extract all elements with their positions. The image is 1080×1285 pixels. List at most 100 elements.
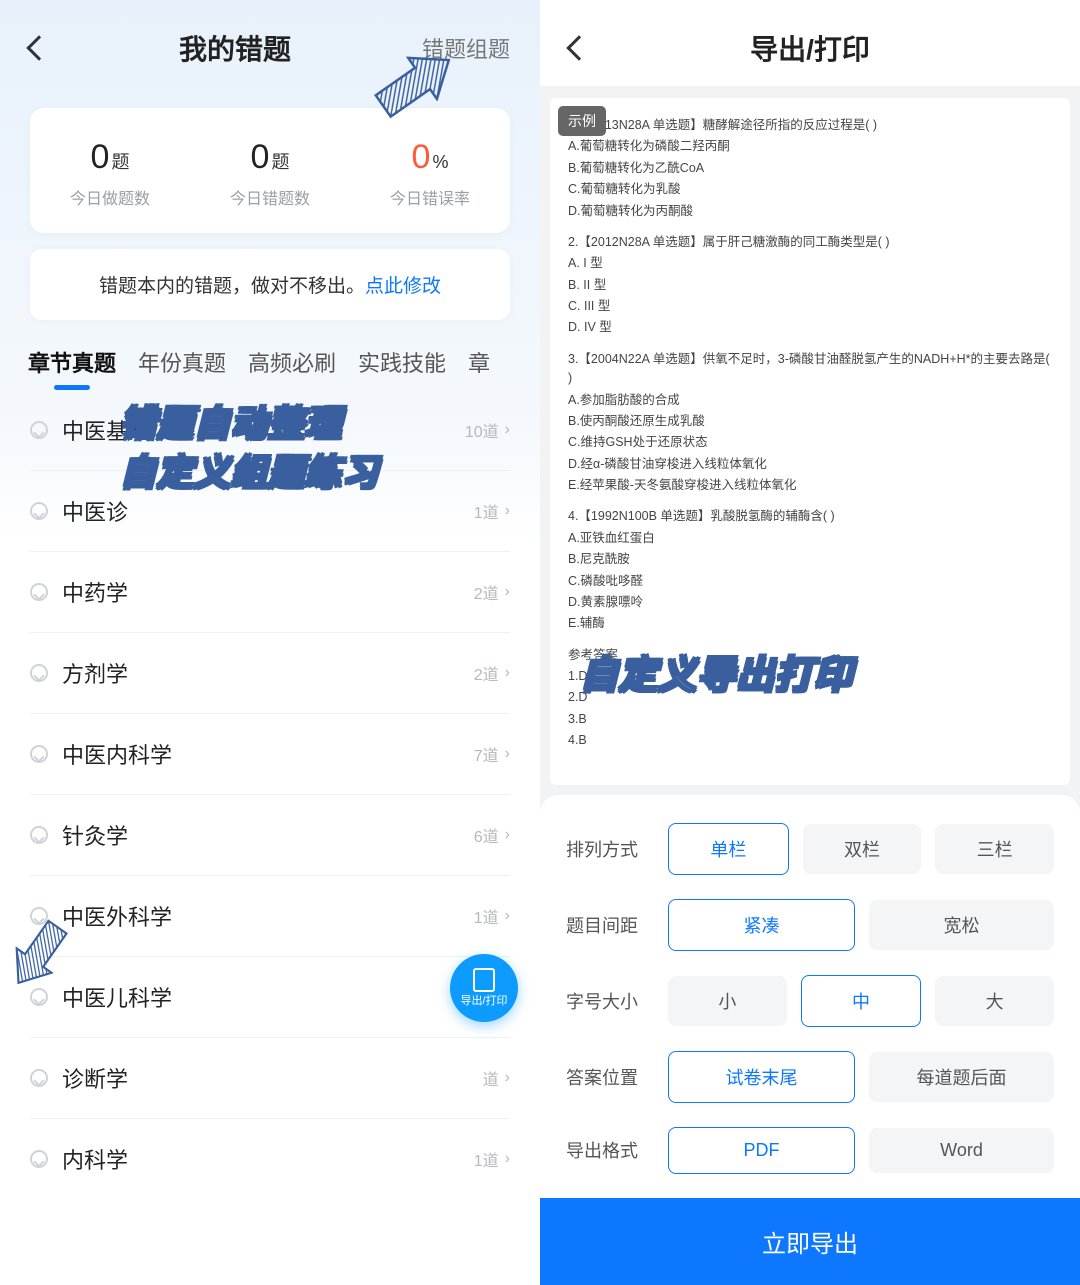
chevron-down-icon [30,583,48,601]
notice-edit-link[interactable]: 点此修改 [365,276,441,297]
question-option: E.经苹果酸-天冬氨酸穿梭进入线粒体氧化 [568,476,1052,495]
category-count: 1道 [474,904,499,928]
stat-label: 今日错误率 [350,185,510,209]
question-option: D.黄素腺嘌呤 [568,593,1052,612]
question-option: A.亚铁血红蛋白 [568,529,1052,548]
notice-bar: 错题本内的错题，做对不移出。点此修改 [30,249,510,320]
setting-option[interactable]: 试卷末尾 [668,1051,855,1103]
question-title: 4.【1992N100B 单选题】乳酸脱氢酶的辅酶含( ) [568,507,1052,526]
question-option: D.葡萄糖转化为丙酮酸 [568,202,1052,221]
category-name: 针灸学 [62,819,474,851]
chevron-down-icon [30,745,48,763]
tab-frequent[interactable]: 高频必刷 [248,346,336,390]
stat-value: 0 [412,138,431,176]
setting-label: 题目间距 [566,912,654,938]
setting-option[interactable]: 小 [668,976,787,1026]
answer-line: 4.B [568,731,1052,750]
stat-today-wrong: 0题 今日错题数 [190,138,350,209]
promo-line1: 错题自动整理 [120,400,379,449]
setting-option[interactable]: 中 [801,975,922,1027]
category-count: 1道 [474,499,499,523]
promo-overlay: 自定义导出打印 [580,651,853,702]
question-option: A. I 型 [568,254,1052,273]
chevron-right-icon: › [505,745,510,763]
category-name: 方剂学 [62,657,474,689]
setting-label: 答案位置 [566,1064,654,1090]
chevron-right-icon: › [505,664,510,682]
stat-unit: % [432,152,448,172]
category-count: 10道 [465,418,499,442]
tab-practice[interactable]: 实践技能 [358,346,446,390]
category-row[interactable]: 中医内科学 7道 › [30,714,510,795]
category-row[interactable]: 内科学 1道 › [30,1119,510,1199]
notice-text: 错题本内的错题，做对不移出。 [99,276,365,297]
question-title: 1.【2013N28A 单选题】糖酵解途径所指的反应过程是( ) [568,116,1052,135]
question-title: 3.【2004N22A 单选题】供氧不足时，3-磷酸甘油醛脱氢产生的NADH+H… [568,350,1052,389]
stat-today-done: 0题 今日做题数 [30,138,190,209]
chevron-down-icon [30,1150,48,1168]
stat-unit: 题 [111,152,129,172]
question-block: 3.【2004N22A 单选题】供氧不足时，3-磷酸甘油醛脱氢产生的NADH+H… [568,350,1052,496]
question-option: A.葡萄糖转化为磷酸二羟丙酮 [568,137,1052,156]
category-row[interactable]: 诊断学 道 › [30,1038,510,1119]
chevron-right-icon: › [505,826,510,844]
setting-row-answerpos: 答案位置试卷末尾每道题后面 [540,1051,1080,1127]
setting-label: 排列方式 [566,836,654,862]
fab-label: 导出/打印 [460,992,507,1008]
category-name: 诊断学 [62,1062,483,1094]
category-name: 中医诊 [62,495,474,527]
question-option: B. II 型 [568,276,1052,295]
back-icon[interactable] [566,35,591,60]
question-option: C.磷酸吡哆醛 [568,572,1052,591]
printer-icon [473,968,495,986]
back-icon[interactable] [26,35,51,60]
setting-label: 导出格式 [566,1137,654,1163]
setting-option[interactable]: 单栏 [668,823,789,875]
category-row[interactable]: 中医外科学 1道 › [30,876,510,957]
question-option: E.辅酶 [568,614,1052,633]
wrong-questions-screen: 我的错题 错题组题 0题 今日做题数 0题 今日错题数 0% 今日错误率 错题本… [0,0,540,1080]
setting-row-format: 导出格式 PDF Word [540,1127,1080,1198]
category-row[interactable]: 中医儿科学 6道 › [30,957,510,1038]
tab-chapter[interactable]: 章节真题 [28,346,116,390]
chevron-down-icon [30,826,48,844]
category-count: 6道 [474,823,499,847]
export-settings-panel: 排列方式单栏双栏三栏题目间距紧凑宽松字号大小小中大答案位置试卷末尾每道题后面导出… [540,795,1080,1285]
setting-option[interactable]: 双栏 [803,824,922,874]
setting-option[interactable]: 宽松 [869,900,1054,950]
stats-card: 0题 今日做题数 0题 今日错题数 0% 今日错误率 [30,108,510,233]
setting-row-fontsize: 字号大小小中大 [540,975,1080,1051]
setting-option[interactable]: 每道题后面 [869,1052,1054,1102]
category-count: 1道 [474,1147,499,1171]
header: 导出/打印 [540,0,1080,86]
setting-option[interactable]: 紧凑 [668,899,855,951]
page-title: 导出/打印 [750,28,870,68]
question-option: D.经α-磷酸甘油穿梭进入线粒体氧化 [568,455,1052,474]
question-block: 1.【2013N28A 单选题】糖酵解途径所指的反应过程是( ) A.葡萄糖转化… [568,116,1052,221]
chevron-down-icon [30,502,48,520]
tab-more[interactable]: 章 [468,346,490,390]
export-print-fab[interactable]: 导出/打印 [450,954,518,1022]
chevron-right-icon: › [505,502,510,520]
stat-value: 0 [251,138,270,176]
tab-year[interactable]: 年份真题 [138,346,226,390]
page-title: 我的错题 [179,28,291,68]
category-row[interactable]: 针灸学 6道 › [30,795,510,876]
setting-label: 字号大小 [566,988,654,1014]
setting-option[interactable]: 三栏 [935,824,1054,874]
document-preview-wrap: 示例 1.【2013N28A 单选题】糖酵解途径所指的反应过程是( ) A.葡萄… [540,86,1080,785]
stat-error-rate: 0% 今日错误率 [350,138,510,209]
setting-option[interactable]: PDF [668,1127,855,1174]
question-option: C.葡萄糖转化为乳酸 [568,180,1052,199]
export-now-button[interactable]: 立即导出 [540,1198,1080,1285]
category-row[interactable]: 方剂学 2道 › [30,633,510,714]
setting-row-layout: 排列方式单栏双栏三栏 [540,823,1080,899]
stat-unit: 题 [271,152,289,172]
setting-option[interactable]: 大 [935,976,1054,1026]
chevron-right-icon: › [505,583,510,601]
setting-option[interactable]: Word [869,1128,1054,1173]
chevron-down-icon [30,1069,48,1087]
category-count: 2道 [474,580,499,604]
category-name: 内科学 [62,1143,474,1175]
category-row[interactable]: 中药学 2道 › [30,552,510,633]
